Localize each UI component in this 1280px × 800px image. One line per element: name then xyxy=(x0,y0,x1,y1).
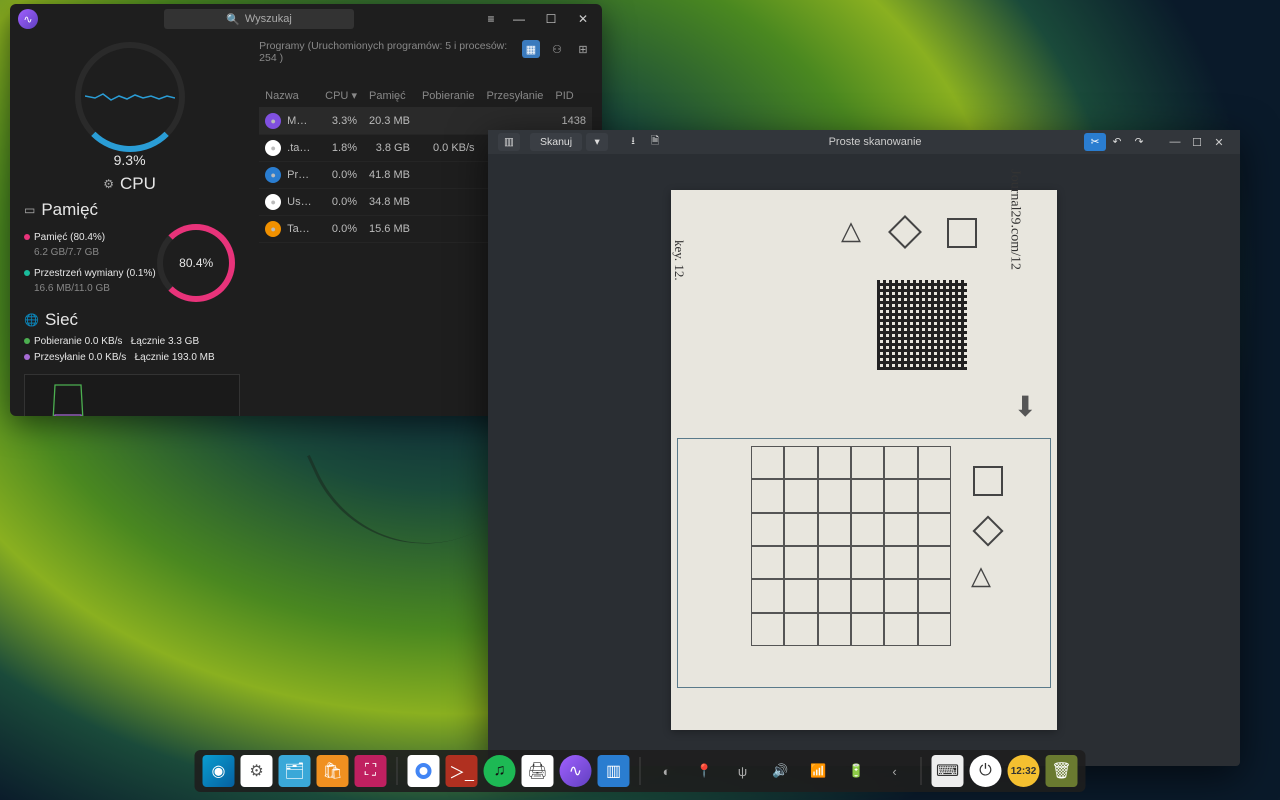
crop-button[interactable]: ✂ xyxy=(1084,133,1106,151)
qr-code xyxy=(877,280,967,370)
dock-trash[interactable]: 🗑 xyxy=(1046,755,1078,787)
dock-power[interactable]: ⏻ xyxy=(970,755,1002,787)
dock-settings[interactable]: ⚙ xyxy=(241,755,273,787)
monitor-sidebar: 9.3% ⚙ CPU ▭ Pamięć Pamięć (80.4%) 6.2 G… xyxy=(10,34,249,416)
close-button[interactable]: ✕ xyxy=(572,8,594,30)
symbol-diamond xyxy=(888,215,922,249)
process-icon: ● xyxy=(265,140,281,156)
net-down-total: Łącznie 3.3 GB xyxy=(131,336,199,347)
col-up[interactable]: Przesyłanie xyxy=(481,84,550,108)
tray-usb-icon[interactable]: ψ xyxy=(727,755,759,787)
sort-desc-icon: ▾ xyxy=(351,90,357,102)
memory-gauge: 80.4% xyxy=(157,224,235,302)
process-icon: ● xyxy=(265,113,281,129)
process-icon: ● xyxy=(265,221,281,237)
dock-files[interactable]: 🗂 xyxy=(279,755,311,787)
col-pid[interactable]: PID xyxy=(549,84,592,108)
swap-value: 16.6 MB/11.0 GB xyxy=(24,281,156,296)
dock-scan[interactable]: ▥ xyxy=(598,755,630,787)
mem-used-value: 6.2 GB/7.7 GB xyxy=(24,245,156,260)
globe-icon: 🌐 xyxy=(24,313,39,327)
tray-volume-icon[interactable]: 🔊 xyxy=(765,755,797,787)
network-title: Sieć xyxy=(45,310,78,330)
mem-used-label: Pamięć (80.4%) xyxy=(34,232,105,243)
view-user-icon[interactable]: ⚇ xyxy=(548,40,566,58)
scan-titlebar: ▥ Skanuj ▾ ⭳ 🗎 Proste skanowanie ✂ ↶ ↷ —… xyxy=(488,130,1240,154)
swap-label: Przestrzeń wymiany (0.1%) xyxy=(34,268,156,279)
tray-location-icon[interactable]: 📍 xyxy=(689,755,721,787)
monitor-app-icon: ∿ xyxy=(18,9,38,29)
col-mem[interactable]: Pamięć xyxy=(363,84,416,108)
dock-screenshot[interactable]: ⛶ xyxy=(355,755,387,787)
rotate-left-button[interactable]: ↶ xyxy=(1106,133,1128,151)
wallpaper-feather xyxy=(307,397,493,583)
monitor-titlebar: ∿ 🔍 Wyszukaj ≡ — ☐ ✕ xyxy=(10,4,602,34)
monitor-search[interactable]: 🔍 Wyszukaj xyxy=(164,9,354,29)
page-url: Journal29.com/12 xyxy=(1007,169,1023,270)
tray-steam-icon[interactable]: ◐ xyxy=(651,755,683,787)
dock-spotify[interactable]: ♫ xyxy=(484,755,516,787)
dock-clock[interactable]: 12:32 xyxy=(1008,755,1040,787)
dock-separator-2 xyxy=(640,757,641,785)
search-icon: 🔍 xyxy=(226,13,240,26)
view-detailed-icon[interactable]: ▦ xyxy=(522,40,540,58)
memory-gauge-percent: 80.4% xyxy=(179,256,213,270)
col-name[interactable]: Nazwa xyxy=(259,84,319,108)
scan-dropdown[interactable]: ▾ xyxy=(586,133,608,151)
memory-icon: ▭ xyxy=(24,203,35,217)
page-key-label: key. 12. xyxy=(671,240,687,281)
tray-wifi-icon[interactable]: 📶 xyxy=(803,755,835,787)
dock-keyboard[interactable]: ⌨ xyxy=(932,755,964,787)
rotate-right-button[interactable]: ↷ xyxy=(1128,133,1150,151)
dock-separator xyxy=(397,757,398,785)
legend-triangle xyxy=(971,560,1001,590)
net-up-total: Łącznie 193.0 MB xyxy=(135,352,215,363)
gear-icon: ⚙ xyxy=(103,177,114,191)
memory-title: Pamięć xyxy=(41,200,98,220)
maximize-button[interactable]: ☐ xyxy=(540,8,562,30)
scan-button[interactable]: Skanuj xyxy=(530,133,582,151)
col-cpu[interactable]: CPU ▾ xyxy=(319,84,363,108)
cpu-label: CPU xyxy=(120,174,156,194)
net-up-rate: Przesyłanie 0.0 KB/s xyxy=(34,352,126,363)
scan-close-button[interactable]: ✕ xyxy=(1208,131,1230,153)
legend-square xyxy=(973,466,1003,496)
scan-window-title: Proste skanowanie xyxy=(666,136,1084,148)
cpu-gauge: 9.3% xyxy=(75,42,185,152)
scan-maximize-button[interactable]: ☐ xyxy=(1186,131,1208,153)
col-down[interactable]: Pobieranie xyxy=(416,84,481,108)
arrow-down-icon: ⬇ xyxy=(1014,390,1037,423)
cpu-percent: 9.3% xyxy=(81,152,179,168)
process-icon: ● xyxy=(265,194,281,210)
dock-terminal[interactable]: ＞_ xyxy=(446,755,478,787)
dock-deepin-logo[interactable]: ◉ xyxy=(203,755,235,787)
dock-printer[interactable]: 🖨 xyxy=(522,755,554,787)
view-compact-icon[interactable]: ⊞ xyxy=(574,40,592,58)
dock-monitor[interactable]: ∿ xyxy=(560,755,592,787)
dock-chrome[interactable] xyxy=(408,755,440,787)
simple-scan-window: ▥ Skanuj ▾ ⭳ 🗎 Proste skanowanie ✂ ↶ ↷ —… xyxy=(488,130,1240,766)
scanned-page[interactable]: Journal29.com/12 key. 12. ⬇ xyxy=(671,190,1057,730)
net-down-rate: Pobieranie 0.0 KB/s xyxy=(34,336,122,347)
save-button[interactable]: ⭳ xyxy=(622,133,644,151)
tray-battery-icon[interactable]: 🔋 xyxy=(841,755,873,787)
network-chart xyxy=(24,374,240,416)
process-icon: ● xyxy=(265,167,281,183)
scan-minimize-button[interactable]: — xyxy=(1164,131,1186,153)
export-button[interactable]: 🗎 xyxy=(644,133,666,151)
search-placeholder: Wyszukaj xyxy=(245,13,292,25)
minimize-button[interactable]: — xyxy=(508,8,530,30)
symbol-triangle xyxy=(841,215,871,245)
dock-store[interactable]: 🛍 xyxy=(317,755,349,787)
puzzle-grid xyxy=(751,446,951,646)
dock: ◉ ⚙ 🗂 🛍 ⛶ ＞_ ♫ 🖨 ∿ ▥ ◐ 📍 ψ 🔊 📶 🔋 ‹ ⌨ ⏻ 1… xyxy=(195,750,1086,792)
dock-separator-3 xyxy=(921,757,922,785)
new-doc-button[interactable]: ▥ xyxy=(498,133,520,151)
symbol-square xyxy=(947,218,977,248)
hamburger-icon[interactable]: ≡ xyxy=(480,8,502,30)
tray-collapse-icon[interactable]: ‹ xyxy=(879,755,911,787)
